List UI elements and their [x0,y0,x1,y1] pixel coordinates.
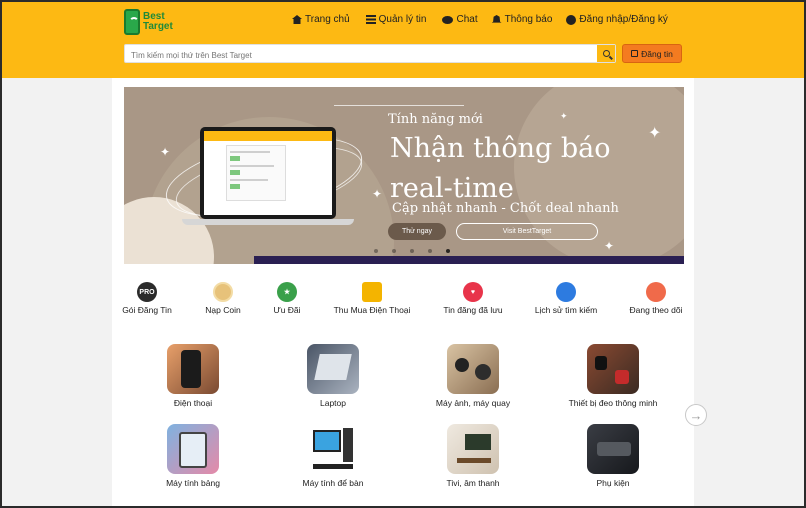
desktop-icon [307,424,359,474]
top-nav: Trang chủ Quản lý tin Chat Thông báo Đăn… [292,14,668,25]
star-icon: ★ [277,282,297,302]
heart-icon: ♥ [463,282,483,302]
post-listing-label: Đăng tin [641,48,673,59]
shortcut-following[interactable]: Đang theo dõi [611,282,701,315]
category-camera[interactable]: Máy ảnh, máy quay [418,344,528,408]
sparkle-icon: ✦ [604,239,615,253]
bookmark-icon [556,282,576,302]
search-input[interactable] [125,47,597,64]
shortcut-phone-buyback[interactable]: Thu Mua Điện Thoại [327,282,417,315]
shortcut-deals[interactable]: ★ Ưu Đãi [242,282,332,315]
nav-login[interactable]: Đăng nhập/Đăng ký [566,14,668,25]
nav-manage-posts[interactable]: Quản lý tin [365,14,427,25]
nav-home-label: Trang chủ [305,14,350,25]
logo-phone-icon [124,9,140,35]
shortcut-saved-posts[interactable]: ♥ Tin đăng đã lưu [428,282,518,315]
nav-notifications[interactable]: Thông báo [491,14,553,25]
category-label: Máy ảnh, máy quay [435,398,511,408]
laptop-screen-content [204,131,332,215]
chat-icon [442,15,454,24]
sparkle-icon: ✦ [372,187,383,201]
category-label: Điện thoại [173,398,213,408]
user-icon [566,14,577,25]
category-label: Phụ kiện [596,478,630,488]
search-box [124,44,616,64]
shortcut-search-history[interactable]: Lịch sử tìm kiếm [521,282,611,315]
nav-chat[interactable]: Chat [442,14,478,25]
nav-login-label: Đăng nhập/Đăng ký [579,14,668,25]
category-label: Máy tính để bàn [302,478,364,488]
tablet-icon [167,424,219,474]
carousel-dot[interactable] [410,249,414,253]
logo[interactable]: Best Target [124,8,184,36]
follow-icon [646,282,666,302]
nav-home[interactable]: Trang chủ [292,14,350,25]
nav-manage-posts-label: Quản lý tin [378,14,427,25]
phone-icon [167,344,219,394]
shortcut-label: Gói Đăng Tin [122,305,172,315]
camera-icon [447,344,499,394]
carousel-dot-active[interactable] [446,249,450,253]
bell-icon [491,15,502,23]
category-desktop[interactable]: Máy tính để bàn [278,424,388,488]
category-tv-audio[interactable]: Tivi, âm thanh [418,424,528,488]
banner-title: Nhận thông báo real-time [390,133,611,204]
category-label: Máy tính bảng [166,478,220,488]
category-phone[interactable]: Điện thoại [138,344,248,408]
category-label: Laptop [320,398,346,408]
category-label: Tivi, âm thanh [446,478,500,488]
laptop-mockup [200,127,336,219]
shortcut-label: Ưu Đãi [273,305,301,315]
nav-notifications-label: Thông báo [504,14,553,25]
carousel-dots [374,249,450,253]
logo-line-2: Target [143,21,173,32]
search-button[interactable] [597,45,615,62]
edit-icon [631,50,639,57]
shortcut-label: Thu Mua Điện Thoại [333,305,411,315]
shortcut-label: Đang theo dõi [629,305,683,315]
category-accessories[interactable]: Phụ kiện [558,424,668,488]
list-icon [365,15,376,24]
shortcut-label: Tin đăng đã lưu [443,305,503,315]
promo-banner[interactable]: ✦ ✦ ✦ ✦ ✦ Tính năng mới Nhận thông báo r… [124,87,684,264]
search-icon [602,50,610,57]
carousel-dot[interactable] [428,249,432,253]
sparkle-icon: ✦ [560,111,568,121]
banner-tagline: Cập nhật nhanh - Chốt deal nhanh [392,201,619,216]
try-now-button[interactable]: Thử ngay [388,223,446,240]
logo-text: Best Target [143,12,173,32]
category-tablet[interactable]: Máy tính bảng [138,424,248,488]
category-label: Thiết bị đeo thông minh [568,398,658,408]
visit-besttarget-button[interactable]: Visit BestTarget [456,223,598,240]
carousel-dot[interactable] [392,249,396,253]
category-laptop[interactable]: Laptop [278,344,388,408]
phone-shop-icon [362,282,382,302]
category-wearables[interactable]: Thiết bị đeo thông minh [558,344,668,408]
tv-icon [447,424,499,474]
pro-badge-icon: PRO [137,282,157,302]
accessories-icon [587,424,639,474]
sparkle-icon: ✦ [160,145,171,159]
shortcut-bar: PRO Gói Đăng Tin Nạp Coin ★ Ưu Đãi Thu M… [112,282,694,318]
next-arrow-icon[interactable]: → [685,404,707,426]
coin-icon [213,282,233,302]
banner-strip [254,256,684,264]
banner-decor-line [334,105,464,106]
shortcut-label: Lịch sử tìm kiếm [534,305,598,315]
nav-chat-label: Chat [456,14,478,25]
shortcut-label: Nạp Coin [205,305,241,315]
laptop-icon [307,344,359,394]
post-listing-button[interactable]: Đăng tin [622,44,682,63]
smartwatch-icon [587,344,639,394]
laptop-base [182,219,354,225]
banner-subtitle: Tính năng mới [388,112,483,127]
carousel-dot[interactable] [374,249,378,253]
home-icon [292,15,302,24]
